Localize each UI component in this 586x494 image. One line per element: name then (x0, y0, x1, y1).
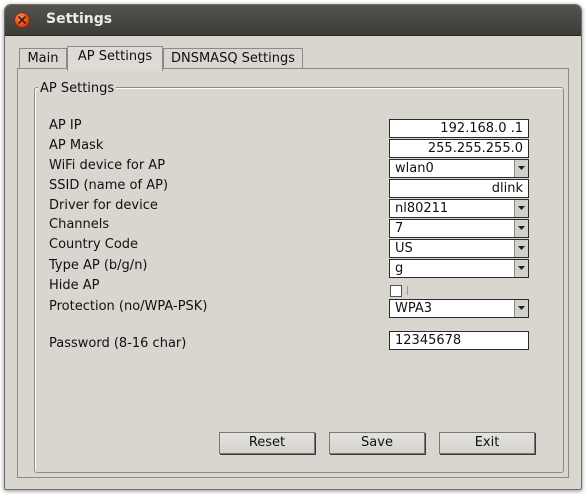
close-icon (18, 16, 26, 24)
tab-main[interactable]: Main (19, 48, 67, 70)
wifi-device-value: wlan0 (395, 161, 434, 176)
exit-button[interactable]: Exit (439, 432, 535, 454)
driver-dropdown-button[interactable] (514, 200, 528, 217)
country-code-select[interactable]: US (389, 239, 529, 258)
close-button[interactable] (14, 12, 30, 28)
password-field[interactable]: 12345678 (389, 331, 529, 350)
country-code-value: US (395, 241, 413, 256)
protection-dropdown-button[interactable] (514, 300, 528, 317)
ap-mask-label: AP Mask (49, 138, 104, 153)
protection-select[interactable]: WPA3 (389, 299, 529, 318)
driver-label: Driver for device (49, 198, 158, 213)
wifi-device-label: WiFi device for AP (49, 158, 166, 173)
type-ap-value: g (395, 261, 404, 276)
hide-ap-checkbox-mark (407, 286, 408, 295)
wifi-device-dropdown-button[interactable] (514, 160, 528, 177)
password-label: Password (8-16 char) (49, 336, 187, 351)
settings-window: Settings Main AP Settings DNSMASQ Settin… (4, 4, 582, 490)
group-title: AP Settings (38, 81, 117, 96)
ssid-field[interactable]: dlink (389, 179, 529, 198)
chevron-down-icon (518, 226, 525, 230)
protection-label: Protection (no/WPA-PSK) (49, 299, 208, 314)
title-bar[interactable]: Settings (5, 5, 581, 36)
tab-dnsmasq-settings[interactable]: DNSMASQ Settings (163, 48, 303, 70)
reset-button[interactable]: Reset (219, 432, 315, 454)
save-button[interactable]: Save (329, 432, 425, 454)
protection-value: WPA3 (395, 301, 433, 316)
chevron-down-icon (518, 206, 525, 210)
ap-mask-field[interactable]: 255.255.255.0 (389, 139, 529, 158)
driver-value: nl80211 (395, 201, 449, 216)
country-code-dropdown-button[interactable] (514, 240, 528, 257)
channels-value: 7 (395, 221, 404, 236)
type-ap-select[interactable]: g (389, 259, 529, 278)
hide-ap-label: Hide AP (49, 278, 100, 293)
ap-ip-field[interactable]: 192.168.0 .1 (389, 119, 529, 138)
driver-select[interactable]: nl80211 (389, 199, 529, 218)
tab-ap-settings[interactable]: AP Settings (67, 46, 163, 71)
channels-dropdown-button[interactable] (514, 220, 528, 237)
type-ap-dropdown-button[interactable] (514, 260, 528, 277)
country-code-label: Country Code (49, 237, 139, 252)
ap-ip-label: AP IP (49, 118, 82, 133)
wifi-device-select[interactable]: wlan0 (389, 159, 529, 178)
chevron-down-icon (518, 266, 525, 270)
hide-ap-checkbox[interactable] (390, 285, 402, 297)
chevron-down-icon (518, 246, 525, 250)
ssid-label: SSID (name of AP) (49, 178, 169, 193)
chevron-down-icon (518, 306, 525, 310)
channels-select[interactable]: 7 (389, 219, 529, 238)
chevron-down-icon (518, 166, 525, 170)
type-ap-label: Type AP (b/g/n) (49, 258, 148, 273)
window-title: Settings (46, 11, 113, 27)
channels-label: Channels (49, 217, 110, 232)
